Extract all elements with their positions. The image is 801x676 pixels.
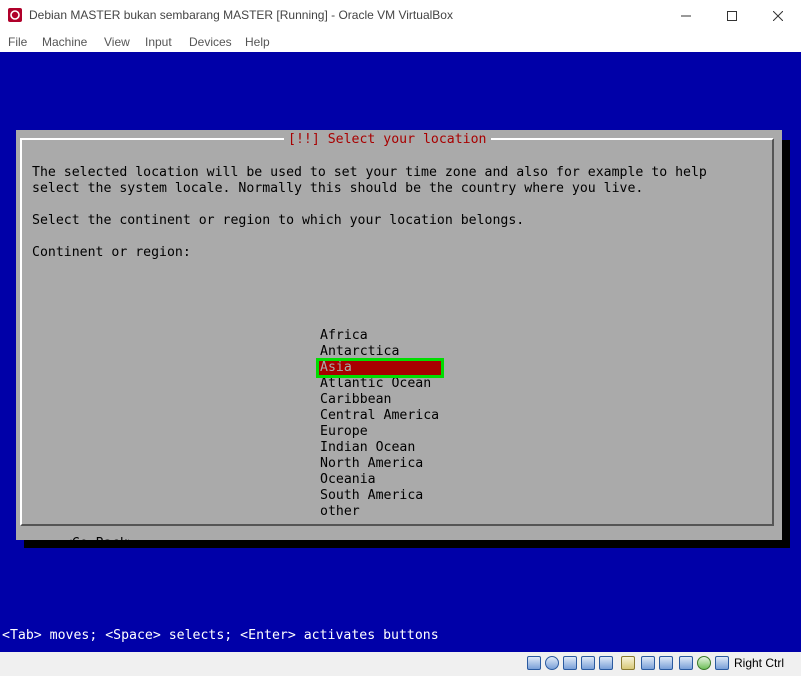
shared-folders-icon[interactable] xyxy=(621,656,635,670)
list-item-north-america[interactable]: North America xyxy=(318,456,442,472)
list-item-indian-ocean[interactable]: Indian Ocean xyxy=(318,440,442,456)
maximize-button[interactable] xyxy=(709,0,755,31)
list-item-europe[interactable]: Europe xyxy=(318,424,442,440)
list-item-caribbean[interactable]: Caribbean xyxy=(318,392,442,408)
list-item-south-america[interactable]: South America xyxy=(318,488,442,504)
network-icon[interactable] xyxy=(581,656,595,670)
vm-screen[interactable]: [!!] Select your location The selected l… xyxy=(0,52,801,652)
usb-icon[interactable] xyxy=(599,656,613,670)
recording-icon[interactable] xyxy=(659,656,673,670)
list-item-central-america[interactable]: Central America xyxy=(318,408,442,424)
title-bar: Debian MASTER bukan sembarang MASTER [Ru… xyxy=(0,0,801,31)
cpu-icon[interactable] xyxy=(679,656,693,670)
optical-drive-icon[interactable] xyxy=(545,656,559,670)
description-line-2: select the system locale. Normally this … xyxy=(32,181,644,196)
menu-machine[interactable]: Machine xyxy=(42,35,87,49)
keyboard-hint: <Tab> moves; <Space> selects; <Enter> ac… xyxy=(2,628,439,643)
close-button[interactable] xyxy=(755,0,801,31)
window-title: Debian MASTER bukan sembarang MASTER [Ru… xyxy=(29,8,453,22)
list-item-africa[interactable]: Africa xyxy=(318,328,442,344)
menu-bar: File Machine View Input Devices Help xyxy=(0,31,801,52)
virtualbox-app-icon xyxy=(8,8,22,22)
list-item-other[interactable]: other xyxy=(318,504,442,520)
list-item-oceania[interactable]: Oceania xyxy=(318,472,442,488)
field-label: Continent or region: xyxy=(32,245,191,260)
maximize-icon xyxy=(727,10,737,21)
mouse-integration-icon[interactable] xyxy=(697,656,711,670)
menu-help[interactable]: Help xyxy=(245,35,270,49)
description-line-1: The selected location will be used to se… xyxy=(32,165,707,180)
prompt-text: Select the continent or region to which … xyxy=(32,213,525,228)
keyboard-icon[interactable] xyxy=(715,656,729,670)
minimize-button[interactable] xyxy=(663,0,709,31)
status-bar: Right Ctrl xyxy=(0,652,801,676)
installer-dialog: [!!] Select your location The selected l… xyxy=(16,130,782,551)
list-item-antarctica[interactable]: Antarctica xyxy=(318,344,442,360)
menu-view[interactable]: View xyxy=(104,35,130,49)
audio-icon[interactable] xyxy=(563,656,577,670)
list-item-atlantic-ocean[interactable]: Atlantic Ocean xyxy=(318,376,442,392)
list-item-asia-selected[interactable]: Asia xyxy=(316,358,444,378)
hard-disk-icon[interactable] xyxy=(527,656,541,670)
menu-file[interactable]: File xyxy=(8,35,27,49)
region-list[interactable]: Africa Antarctica Asia Atlantic Ocean Ca… xyxy=(316,328,444,520)
dialog-title: [!!] Select your location xyxy=(284,132,491,148)
display-icon[interactable] xyxy=(641,656,655,670)
host-key-label: Right Ctrl xyxy=(734,656,785,670)
minimize-icon xyxy=(681,15,691,16)
menu-devices[interactable]: Devices xyxy=(189,35,232,49)
go-back-button[interactable]: <Go Back> xyxy=(64,536,135,552)
close-icon xyxy=(773,10,783,21)
menu-input[interactable]: Input xyxy=(145,35,172,49)
